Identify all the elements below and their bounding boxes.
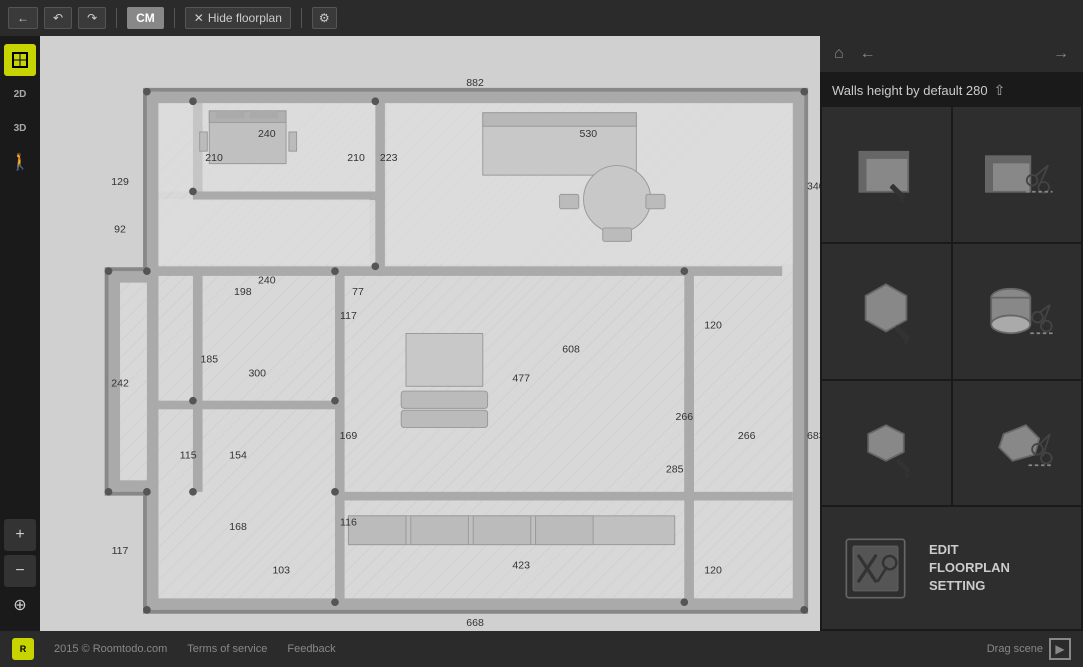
svg-text:103: 103	[272, 564, 290, 576]
panel-forward-button[interactable]: →	[1049, 43, 1073, 65]
svg-text:340: 340	[807, 181, 820, 193]
svg-text:683: 683	[807, 430, 820, 442]
mode-2d-button[interactable]: 2D	[4, 78, 36, 110]
settings-button[interactable]: ⚙	[312, 7, 337, 29]
svg-text:120: 120	[704, 564, 722, 576]
svg-text:198: 198	[234, 286, 252, 298]
svg-text:168: 168	[229, 521, 247, 533]
zoom-in-button[interactable]: +	[4, 519, 36, 551]
select-icon	[11, 51, 29, 69]
terms-link[interactable]: Terms of service	[187, 643, 267, 655]
undo-button[interactable]: ↶	[44, 7, 72, 29]
top-toolbar: ← ↶ ↷ CM ✕ Hide floorplan ⚙	[0, 0, 1083, 36]
fit-view-button[interactable]: ⊕	[4, 589, 36, 621]
svg-text:242: 242	[111, 377, 129, 389]
wall-edit-cell[interactable]	[822, 107, 951, 242]
svg-text:608: 608	[562, 344, 580, 356]
svg-text:477: 477	[512, 372, 530, 384]
svg-text:154: 154	[229, 449, 247, 461]
svg-text:668: 668	[466, 617, 484, 629]
separator	[116, 8, 117, 28]
panel-home-button[interactable]: ⌂	[830, 43, 848, 65]
right-panel-nav: ⌂ ←	[830, 43, 880, 65]
drag-scene-label: Drag scene	[987, 643, 1043, 655]
main-area: 2D 3D 🚶 + − ⊕	[0, 36, 1083, 631]
unit-button[interactable]: CM	[127, 7, 164, 29]
height-spinner[interactable]: ⇧	[994, 82, 1006, 99]
surface-edit-icon	[846, 403, 926, 483]
svg-text:129: 129	[111, 176, 129, 188]
svg-text:530: 530	[580, 128, 598, 140]
svg-text:210: 210	[347, 152, 365, 164]
svg-text:185: 185	[200, 353, 218, 365]
svg-text:223: 223	[380, 152, 398, 164]
hide-floorplan-button[interactable]: ✕ Hide floorplan	[185, 7, 291, 29]
drag-scene-icon: ▶	[1049, 638, 1071, 660]
svg-text:210: 210	[205, 152, 223, 164]
svg-text:117: 117	[340, 310, 357, 322]
panel-title: Walls height by default 280	[832, 83, 988, 98]
bottom-bar: R 2015 © Roomtodo.com Terms of service F…	[0, 631, 1083, 667]
svg-text:423: 423	[512, 560, 530, 572]
feedback-link[interactable]: Feedback	[287, 643, 335, 655]
svg-text:882: 882	[466, 77, 484, 89]
floor-cut-icon	[977, 271, 1057, 351]
svg-text:266: 266	[676, 411, 694, 423]
panel-grid: EDITFLOORPLANSETTING	[820, 105, 1083, 631]
panel-back-button[interactable]: ←	[856, 43, 880, 65]
svg-text:285: 285	[666, 464, 684, 476]
svg-text:240: 240	[258, 275, 276, 287]
hide-floorplan-icon: ✕	[194, 11, 204, 25]
back-button[interactable]: ←	[8, 7, 38, 29]
floor-edit-icon	[846, 271, 926, 351]
copyright: 2015 © Roomtodo.com	[54, 643, 167, 655]
hide-floorplan-label: Hide floorplan	[208, 11, 282, 25]
floor-edit-cell[interactable]	[822, 244, 951, 379]
floor-cut-cell[interactable]	[953, 244, 1082, 379]
left-sidebar: 2D 3D 🚶 + − ⊕	[0, 36, 40, 631]
select-tool-button[interactable]	[4, 44, 36, 76]
wall-edit-icon	[846, 134, 926, 214]
right-panel: ⌂ ← → Walls height by default 280 ⇧	[820, 36, 1083, 631]
svg-text:120: 120	[704, 320, 722, 332]
zoom-out-button[interactable]: −	[4, 555, 36, 587]
wall-cut-cell[interactable]	[953, 107, 1082, 242]
redo-button[interactable]: ↷	[78, 7, 106, 29]
walk-mode-button[interactable]: 🚶	[4, 146, 36, 178]
surface-edit-cell[interactable]	[822, 381, 951, 506]
svg-text:169: 169	[340, 430, 358, 442]
svg-text:266: 266	[738, 430, 756, 442]
svg-text:117: 117	[112, 545, 129, 557]
separator2	[174, 8, 175, 28]
app-logo: R	[12, 638, 34, 660]
drag-scene-area: Drag scene ▶	[987, 638, 1071, 660]
right-panel-header: ⌂ ← →	[820, 36, 1083, 72]
wall-cut-icon	[977, 134, 1057, 214]
surface-cut-icon	[977, 403, 1057, 483]
svg-text:115: 115	[180, 449, 197, 461]
svg-text:240: 240	[258, 128, 276, 140]
svg-text:116: 116	[340, 516, 357, 528]
surface-cut-cell[interactable]	[953, 381, 1082, 506]
svg-text:92: 92	[114, 224, 126, 236]
panel-title-area: Walls height by default 280 ⇧	[820, 72, 1083, 105]
edit-floorplan-cell[interactable]: EDITFLOORPLANSETTING	[822, 507, 1081, 629]
canvas-area[interactable]: 882 668 129 92 242 117 340 683 240 210 2…	[40, 36, 820, 631]
floorplan-svg: 882 668 129 92 242 117 340 683 240 210 2…	[40, 36, 820, 631]
svg-text:300: 300	[248, 368, 266, 380]
edit-floorplan-label: EDITFLOORPLANSETTING	[929, 541, 1010, 596]
svg-text:77: 77	[352, 286, 364, 298]
separator3	[301, 8, 302, 28]
mode-3d-button[interactable]: 3D	[4, 112, 36, 144]
edit-floorplan-icon	[838, 531, 913, 606]
